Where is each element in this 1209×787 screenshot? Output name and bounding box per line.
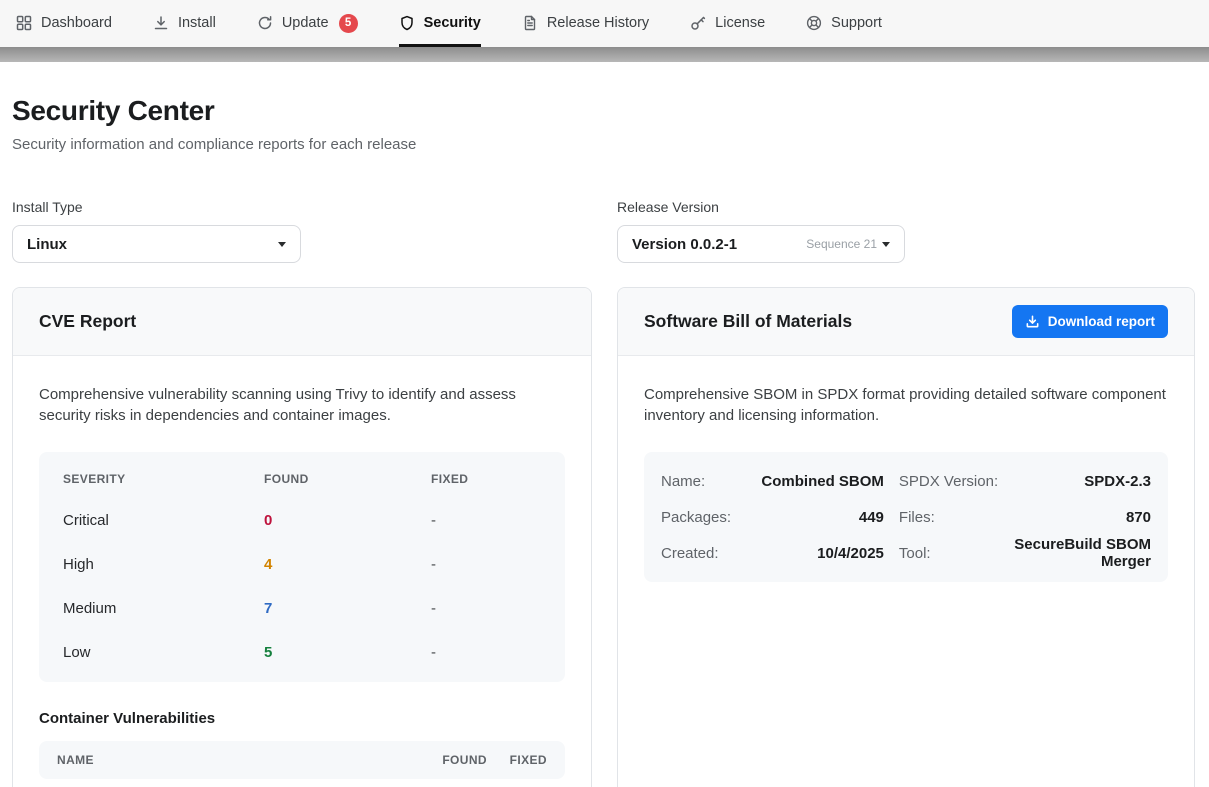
found-count: 4 bbox=[264, 556, 431, 573]
install-type-select[interactable]: Linux bbox=[12, 225, 301, 263]
sbom-field-label: Name: bbox=[661, 463, 731, 499]
sbom-field-label: Files: bbox=[899, 499, 998, 535]
sbom-info-grid: Name: Combined SBOM SPDX Version: SPDX-2… bbox=[644, 452, 1168, 582]
install-icon bbox=[153, 15, 169, 31]
container-vulnerabilities-header: NAME FOUND FIXED bbox=[39, 741, 565, 779]
tab-dashboard[interactable]: Dashboard bbox=[16, 0, 112, 47]
found-count: 5 bbox=[264, 644, 431, 661]
release-version-value: Version 0.0.2-1 bbox=[632, 236, 737, 253]
sbom-description: Comprehensive SBOM in SPDX format provid… bbox=[644, 384, 1168, 426]
top-navigation: Dashboard Install Update 5 Security bbox=[0, 0, 1209, 47]
chevron-down-icon bbox=[882, 242, 890, 247]
release-version-label: Release Version bbox=[617, 199, 1195, 215]
install-type-value: Linux bbox=[27, 236, 67, 253]
download-icon bbox=[1025, 314, 1040, 329]
severity-name: Medium bbox=[63, 600, 264, 617]
release-sequence: Sequence 21 bbox=[806, 237, 890, 251]
tab-security[interactable]: Security bbox=[399, 0, 481, 47]
install-type-filter: Install Type Linux bbox=[12, 199, 592, 263]
tab-label: Dashboard bbox=[41, 15, 112, 31]
install-type-label: Install Type bbox=[12, 199, 592, 215]
tab-license[interactable]: License bbox=[690, 0, 765, 47]
page-subtitle: Security information and compliance repo… bbox=[12, 136, 1195, 153]
found-count: 7 bbox=[264, 600, 431, 617]
dashboard-icon bbox=[16, 15, 32, 31]
column-header: FIXED bbox=[487, 753, 547, 767]
column-header: FOUND bbox=[409, 753, 487, 767]
cve-description: Comprehensive vulnerability scanning usi… bbox=[39, 384, 565, 426]
column-header: FOUND bbox=[264, 472, 431, 486]
tab-update[interactable]: Update 5 bbox=[257, 0, 358, 47]
fixed-count: - bbox=[431, 600, 541, 617]
tab-label: Support bbox=[831, 15, 882, 31]
sbom-field-label: SPDX Version: bbox=[899, 463, 998, 499]
column-header: FIXED bbox=[431, 472, 541, 486]
sbom-field-value: SPDX-2.3 bbox=[1013, 463, 1151, 499]
sbom-field-label: Created: bbox=[661, 535, 731, 571]
cve-report-card: CVE Report Comprehensive vulnerability s… bbox=[12, 287, 592, 787]
sbom-card-body: Comprehensive SBOM in SPDX format provid… bbox=[618, 356, 1194, 610]
sbom-field-value: 10/4/2025 bbox=[746, 535, 884, 571]
tab-label: Install bbox=[178, 15, 216, 31]
cve-card-body: Comprehensive vulnerability scanning usi… bbox=[13, 356, 591, 787]
table-row: Low 5 - bbox=[63, 630, 541, 674]
table-row: High 4 - bbox=[63, 542, 541, 586]
severity-name: Low bbox=[63, 644, 264, 661]
table-row: Medium 7 - bbox=[63, 586, 541, 630]
page-header: Security Center Security information and… bbox=[12, 95, 1195, 153]
sbom-field-value: 449 bbox=[746, 499, 884, 535]
release-version-select[interactable]: Version 0.0.2-1 Sequence 21 bbox=[617, 225, 905, 263]
cve-card-header: CVE Report bbox=[13, 288, 591, 356]
found-count: 0 bbox=[264, 512, 431, 529]
tab-support[interactable]: Support bbox=[806, 0, 882, 47]
fixed-count: - bbox=[431, 556, 541, 573]
table-row: Critical 0 - bbox=[63, 498, 541, 542]
sbom-card: Software Bill of Materials Download repo… bbox=[617, 287, 1195, 787]
page-title: Security Center bbox=[12, 95, 1195, 127]
release-version-filter: Release Version Version 0.0.2-1 Sequence… bbox=[617, 199, 1195, 263]
tab-release-history[interactable]: Release History bbox=[522, 0, 649, 47]
download-report-button[interactable]: Download report bbox=[1012, 305, 1168, 338]
chevron-down-icon bbox=[278, 242, 286, 247]
download-report-label: Download report bbox=[1048, 314, 1155, 329]
severity-table-header: SEVERITY FOUND FIXED bbox=[63, 460, 541, 498]
nav-shadow-strip bbox=[0, 47, 1209, 62]
tab-label: Security bbox=[424, 15, 481, 31]
sbom-card-title: Software Bill of Materials bbox=[644, 311, 852, 332]
column-header: SEVERITY bbox=[63, 472, 264, 486]
fixed-count: - bbox=[431, 512, 541, 529]
update-count-badge: 5 bbox=[339, 14, 358, 33]
fixed-count: - bbox=[431, 644, 541, 661]
tab-label: Release History bbox=[547, 15, 649, 31]
filters-row: Install Type Linux Release Version Versi… bbox=[12, 199, 1195, 263]
tab-install[interactable]: Install bbox=[153, 0, 216, 47]
severity-name: High bbox=[63, 556, 264, 573]
severity-table: SEVERITY FOUND FIXED Critical 0 - High 4… bbox=[39, 452, 565, 682]
container-vulnerabilities-title: Container Vulnerabilities bbox=[39, 710, 565, 727]
column-header: NAME bbox=[57, 753, 409, 767]
release-sequence-label: Sequence 21 bbox=[806, 237, 877, 251]
sbom-card-header: Software Bill of Materials Download repo… bbox=[618, 288, 1194, 356]
sbom-field-value: 870 bbox=[1013, 499, 1151, 535]
report-cards: CVE Report Comprehensive vulnerability s… bbox=[12, 287, 1195, 787]
security-icon bbox=[399, 15, 415, 31]
sbom-field-label: Tool: bbox=[899, 535, 998, 571]
sbom-field-value: Combined SBOM bbox=[746, 463, 884, 499]
support-icon bbox=[806, 15, 822, 31]
update-icon bbox=[257, 15, 273, 31]
license-icon bbox=[690, 15, 706, 31]
sbom-field-value: SecureBuild SBOM Merger bbox=[1013, 535, 1151, 571]
release-history-icon bbox=[522, 15, 538, 31]
cve-card-title: CVE Report bbox=[39, 311, 136, 332]
severity-name: Critical bbox=[63, 512, 264, 529]
tab-label: License bbox=[715, 15, 765, 31]
sbom-field-label: Packages: bbox=[661, 499, 731, 535]
tab-label: Update bbox=[282, 15, 329, 31]
